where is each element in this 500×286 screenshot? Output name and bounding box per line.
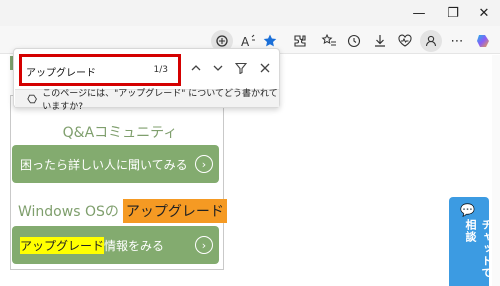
copilot-suggestion-text: このページには、"アップグレード" についてどう書かれていますか? — [42, 88, 278, 112]
upgrade-info-label: 情報をみる — [104, 238, 165, 253]
filter-icon[interactable] — [232, 59, 250, 77]
match-highlight: アップグレード — [20, 236, 105, 254]
close-window-icon[interactable]: ✕ — [474, 3, 494, 23]
next-match-icon[interactable] — [209, 59, 227, 77]
previous-match-icon[interactable] — [187, 59, 205, 77]
extensions-icon[interactable] — [289, 30, 311, 52]
arrow-right-icon: › — [195, 236, 213, 254]
find-input[interactable] — [26, 62, 136, 80]
minimize-icon[interactable]: — — [409, 3, 429, 23]
svg-text:A: A — [241, 35, 250, 49]
find-input-highlight-box: 1/3 — [19, 54, 181, 86]
more-options-icon[interactable]: ⋯ — [446, 30, 468, 52]
arrow-right-icon: › — [195, 155, 213, 173]
chat-bubble-icon: 💬 — [460, 203, 475, 217]
profile-avatar-icon[interactable] — [420, 30, 442, 52]
ask-expert-button[interactable]: 困ったら詳しい人に聞いてみる › — [12, 145, 219, 183]
chat-consult-label: チャットで相談 — [464, 219, 493, 279]
windows-os-heading: Windows OSの アップグレード — [18, 199, 227, 223]
ask-expert-label: 困ったら詳しい人に聞いてみる — [20, 157, 188, 172]
current-match-highlight: アップグレード — [122, 199, 227, 223]
find-in-page-bar: 1/3 このページには、"アップグレード" についてどう書かれていますか? — [13, 48, 280, 112]
title-bar: — ❐ ✕ — [0, 0, 500, 26]
close-find-icon[interactable] — [256, 59, 274, 77]
chat-consult-button[interactable]: 💬 チャットで相談 — [449, 197, 493, 286]
favorites-list-icon[interactable] — [318, 30, 340, 52]
copilot-suggestion-icon — [27, 94, 37, 103]
windows-os-prefix: Windows OSの — [18, 204, 119, 220]
downloads-icon[interactable] — [369, 30, 391, 52]
history-icon[interactable] — [343, 30, 365, 52]
restore-icon[interactable]: ❐ — [443, 3, 463, 23]
match-count: 1/3 — [153, 65, 168, 75]
upgrade-info-button[interactable]: アップグレード 情報をみる › — [12, 226, 219, 264]
health-icon[interactable] — [394, 30, 416, 52]
browser-window: — ❐ ✕ A ⋯ Q&Aコミュニティ 困ったら詳しい人に聞いてみる › Win… — [0, 0, 500, 286]
qa-community-title: Q&Aコミュニティ — [62, 125, 178, 141]
copilot-suggestion[interactable]: このページには、"アップグレード" についてどう書かれていますか? — [15, 89, 279, 112]
copilot-icon[interactable] — [472, 30, 494, 52]
